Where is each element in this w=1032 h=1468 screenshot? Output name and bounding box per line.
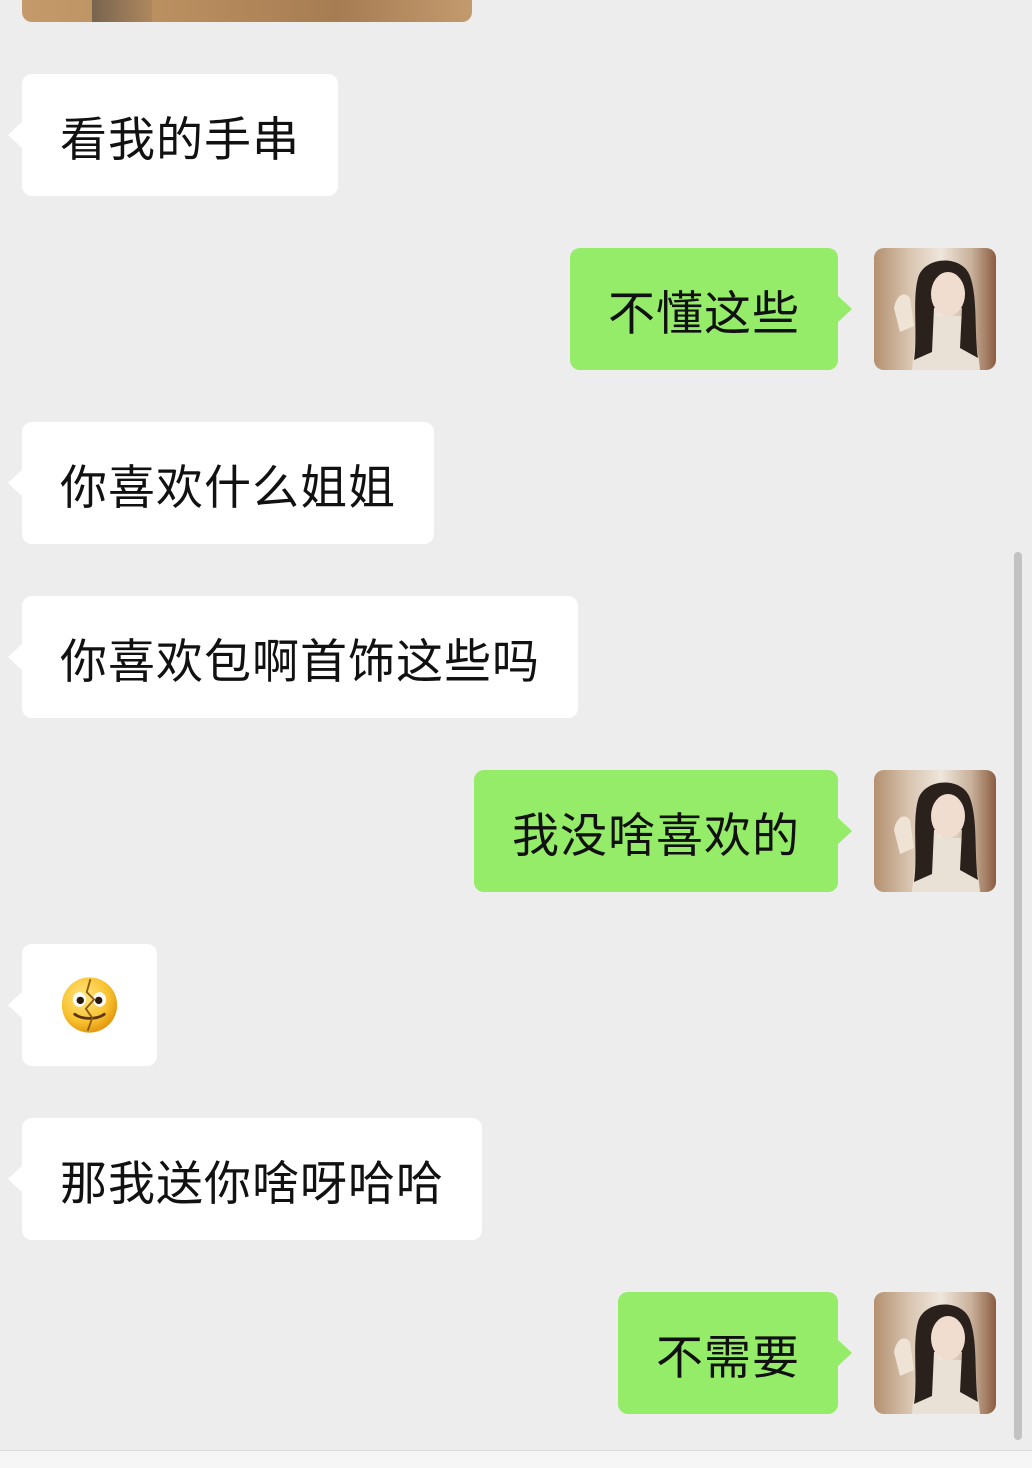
user-avatar[interactable]	[874, 248, 996, 370]
portrait-icon	[894, 1304, 980, 1414]
outgoing-message-bubble[interactable]: 不需要	[618, 1292, 852, 1414]
portrait-icon	[894, 260, 980, 370]
outgoing-message-bubble[interactable]: 我没啥喜欢的	[474, 770, 852, 892]
incoming-message-bubble[interactable]: 那我送你啥呀哈哈	[8, 1118, 482, 1240]
incoming-message-bubble[interactable]: 你喜欢什么姐姐	[8, 422, 434, 544]
message-text: 不懂这些	[608, 286, 800, 342]
chat-message-list[interactable]: 看我的手串 不懂这些 你喜欢什么姐姐 你喜欢包啊首饰这些吗 我没啥喜欢的 那我送…	[0, 0, 1032, 1450]
portrait-icon	[894, 782, 980, 892]
shattered-face-emoji	[61, 977, 118, 1033]
input-bar-edge	[0, 1450, 1032, 1468]
incoming-message-bubble[interactable]: 你喜欢包啊首饰这些吗	[8, 596, 578, 718]
scrollbar[interactable]	[1014, 552, 1022, 1440]
message-text: 那我送你啥呀哈哈	[60, 1156, 444, 1212]
user-avatar[interactable]	[874, 1292, 996, 1414]
message-text: 你喜欢什么姐姐	[60, 460, 396, 516]
message-text: 看我的手串	[60, 112, 300, 168]
incoming-message-bubble[interactable]: 看我的手串	[8, 74, 338, 196]
user-avatar[interactable]	[874, 770, 996, 892]
outgoing-message-bubble[interactable]: 不懂这些	[570, 248, 852, 370]
message-text: 不需要	[656, 1330, 800, 1386]
image-detail	[92, 0, 152, 22]
image-message-thumbnail[interactable]	[22, 0, 472, 22]
message-text: 你喜欢包啊首饰这些吗	[60, 634, 540, 690]
message-text: 我没啥喜欢的	[512, 808, 800, 864]
incoming-emoji-bubble[interactable]	[8, 944, 157, 1066]
